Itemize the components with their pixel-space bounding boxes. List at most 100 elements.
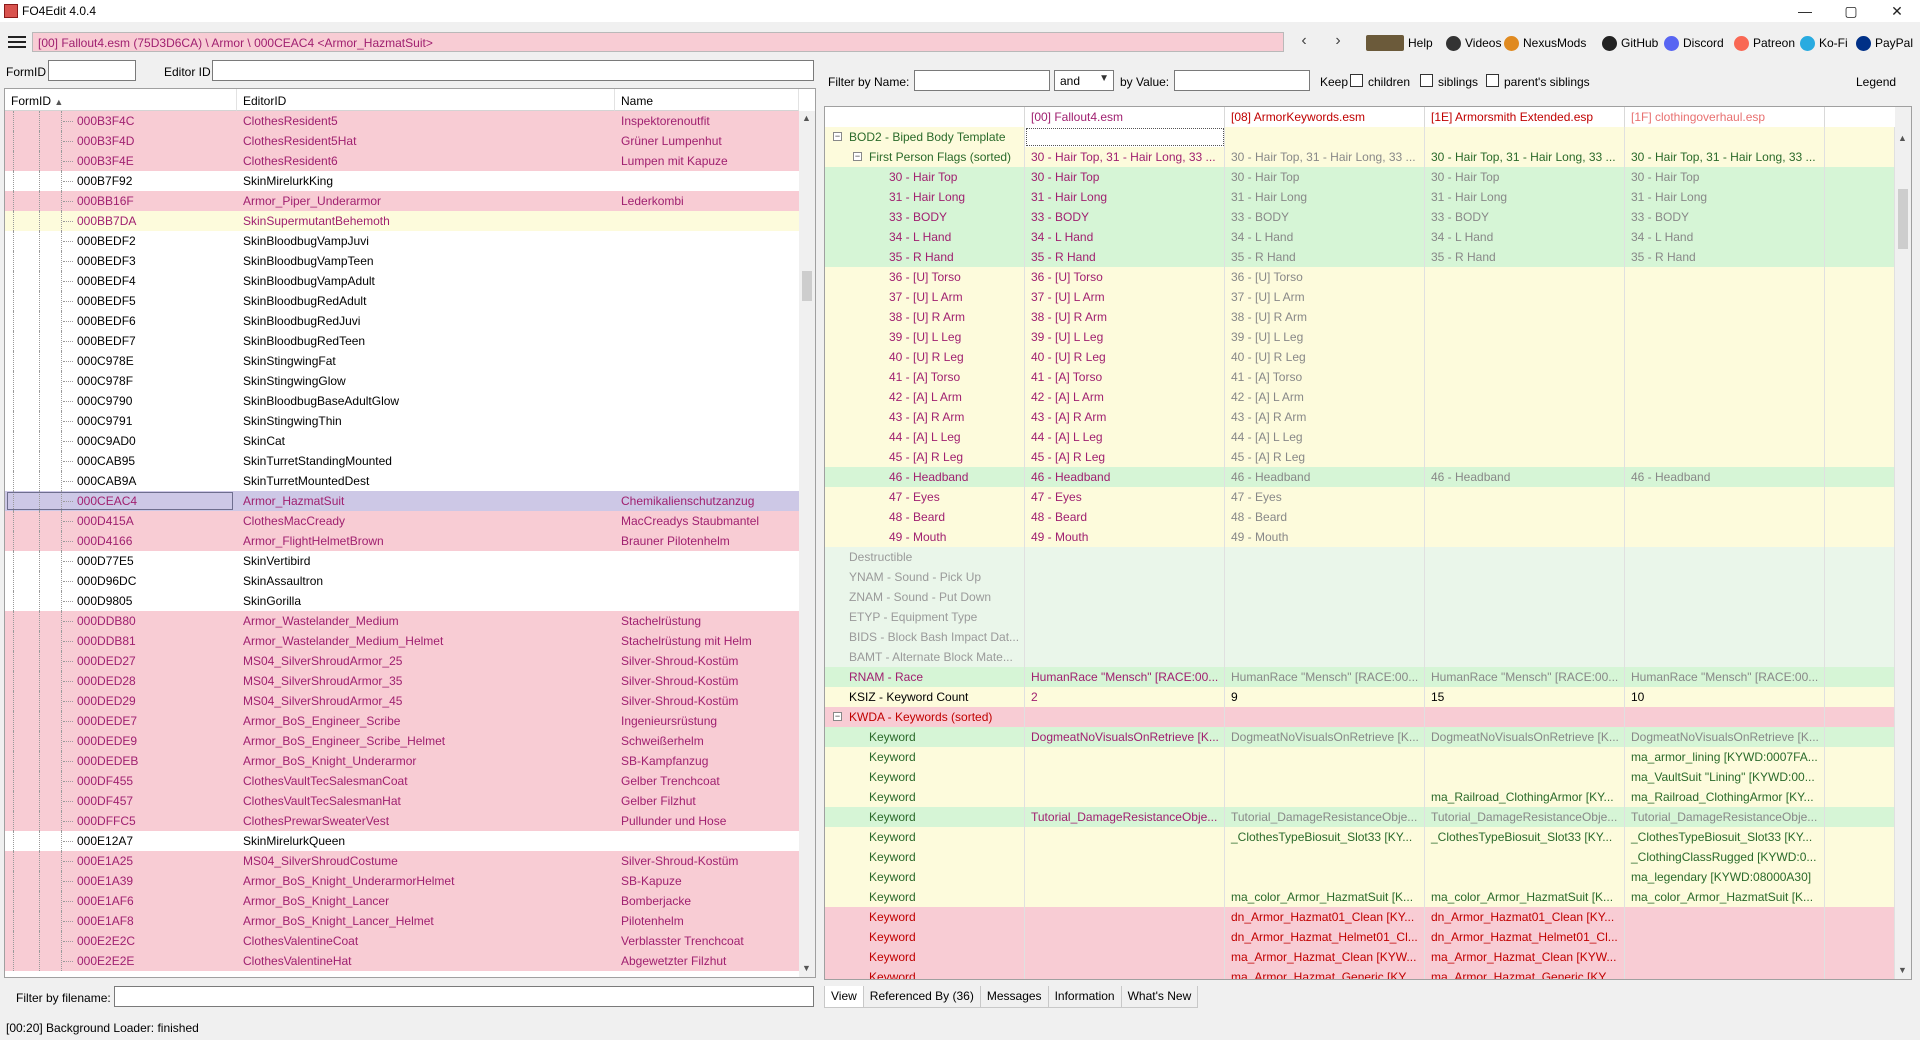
plugin-value-cell[interactable]: 46 - Headband [1225, 467, 1425, 487]
table-row[interactable]: 000BB16F Armor_Piper_Underarmor Lederkombi [5, 191, 799, 211]
table-row[interactable]: 000DED27 MS04_SilverShroudArmor_25 Silver-… [5, 651, 799, 671]
plugin-value-cell[interactable] [1025, 787, 1225, 807]
plugin-value-cell[interactable] [1425, 287, 1625, 307]
plugin-value-cell[interactable]: HumanRace "Mensch" [RACE:00... [1225, 667, 1425, 687]
plugin-value-cell[interactable]: 46 - Headband [1025, 467, 1225, 487]
plugin-value-cell[interactable]: _ClothesTypeBiosuit_Slot33 [KY... [1625, 827, 1825, 847]
table-row[interactable]: 000D96DC SkinAssaultron [5, 571, 799, 591]
plugin-value-cell[interactable] [1625, 627, 1825, 647]
collapse-icon[interactable]: − [853, 152, 862, 161]
plugin-value-cell[interactable] [1625, 547, 1825, 567]
table-row[interactable]: 000DDB80 Armor_Wastelander_Medium Stachelr… [5, 611, 799, 631]
plugin-value-cell[interactable]: ma_color_Armor_HazmatSuit [K... [1625, 887, 1825, 907]
tab-what-s-new[interactable]: What's New [1120, 986, 1199, 1008]
plugin-value-cell[interactable]: 34 - L Hand [1225, 227, 1425, 247]
record-row[interactable]: 42 - [A] L Arm 42 - [A] L Arm 42 - [A] L A… [825, 387, 1895, 407]
plugin-value-cell[interactable] [1425, 427, 1625, 447]
plugin-value-cell[interactable]: 9 [1225, 687, 1425, 707]
plugin-value-cell[interactable] [1425, 307, 1625, 327]
record-row[interactable]: BAMT - Alternate Block Mate... [825, 647, 1895, 667]
formid-filter-input[interactable] [48, 60, 136, 81]
plugin-value-cell[interactable]: ma_Armor_Hazmat_Generic [KY... [1425, 967, 1625, 979]
plugin-value-cell[interactable]: 35 - R Hand [1625, 247, 1825, 267]
table-row[interactable]: 000CEAC4 Armor_HazmatSuit Chemikalienschut… [5, 491, 799, 511]
plugin-value-cell[interactable]: DogmeatNoVisualsOnRetrieve [K... [1425, 727, 1625, 747]
plugin-value-cell[interactable]: 48 - Beard [1025, 507, 1225, 527]
plugin-value-cell[interactable] [1625, 707, 1825, 727]
record-row[interactable]: Keyword ma_Railroad_ClothingArmor [KY... m… [825, 787, 1895, 807]
plugin-value-cell[interactable]: 37 - [U] L Arm [1025, 287, 1225, 307]
plugin-value-cell[interactable] [1225, 867, 1425, 887]
plugin-value-cell[interactable] [1625, 347, 1825, 367]
table-row[interactable]: 000B3F4E ClothesResident6 Lumpen mit Kapuz… [5, 151, 799, 171]
plugin-column-header[interactable]: [1E] Armorsmith Extended.esp [1425, 107, 1625, 127]
scroll-thumb[interactable] [1898, 189, 1908, 249]
plugin-value-cell[interactable] [1625, 527, 1825, 547]
record-list-scrollbar[interactable]: ▲ ▼ [799, 111, 815, 977]
plugin-value-cell[interactable]: 30 - Hair Top, 31 - Hair Long, 33 ... [1225, 147, 1425, 167]
plugin-value-cell[interactable] [1625, 387, 1825, 407]
plugin-value-cell[interactable] [1425, 487, 1625, 507]
table-row[interactable]: 000DED28 MS04_SilverShroudArmor_35 Silver-… [5, 671, 799, 691]
plugin-value-cell[interactable]: 35 - R Hand [1225, 247, 1425, 267]
maximize-button[interactable]: ▢ [1828, 0, 1874, 22]
plugin-value-cell[interactable] [1425, 627, 1625, 647]
plugin-value-cell[interactable]: 36 - [U] Torso [1225, 267, 1425, 287]
editorid-filter-input[interactable] [212, 60, 814, 81]
plugin-value-cell[interactable]: HumanRace "Mensch" [RACE:00... [1425, 667, 1625, 687]
plugin-value-cell[interactable] [1625, 487, 1825, 507]
plugin-value-cell[interactable]: 34 - L Hand [1425, 227, 1625, 247]
plugin-value-cell[interactable] [1625, 327, 1825, 347]
plugin-value-cell[interactable] [1025, 627, 1225, 647]
plugin-value-cell[interactable] [1625, 367, 1825, 387]
plugin-value-cell[interactable]: 30 - Hair Top, 31 - Hair Long, 33 ... [1425, 147, 1625, 167]
tab-referenced-by-36[interactable]: Referenced By (36) [862, 986, 981, 1008]
plugin-value-cell[interactable]: 47 - Eyes [1225, 487, 1425, 507]
plugin-value-cell[interactable] [1425, 647, 1625, 667]
plugin-value-cell[interactable] [1025, 767, 1225, 787]
tab-information[interactable]: Information [1047, 986, 1122, 1008]
record-row[interactable]: 30 - Hair Top 30 - Hair Top 30 - Hair Top 3… [825, 167, 1895, 187]
record-list[interactable]: FormID ▲ EditorID Name 000B3F4C ClothesRe… [4, 88, 816, 978]
table-row[interactable]: 000D415A ClothesMacCready MacCreadys Staub… [5, 511, 799, 531]
table-row[interactable]: 000BEDF5 SkinBloodbugRedAdult [5, 291, 799, 311]
table-row[interactable]: 000BEDF2 SkinBloodbugVampJuvi [5, 231, 799, 251]
plugin-value-cell[interactable] [1425, 747, 1625, 767]
table-row[interactable]: 000E1AF6 Armor_BoS_Knight_Lancer Bomberjac… [5, 891, 799, 911]
record-row[interactable]: Keyword ma_armor_lining [KYWD:0007FA... [825, 747, 1895, 767]
toplink-discord[interactable]: Discord [1664, 34, 1724, 52]
record-row[interactable]: 41 - [A] Torso 41 - [A] Torso 41 - [A] Tor… [825, 367, 1895, 387]
plugin-value-cell[interactable]: Tutorial_DamageResistanceObje... [1625, 807, 1825, 827]
plugin-value-cell[interactable] [1225, 627, 1425, 647]
plugin-value-cell[interactable]: 46 - Headband [1425, 467, 1625, 487]
plugin-value-cell[interactable] [1025, 827, 1225, 847]
table-row[interactable]: 000BEDF7 SkinBloodbugRedTeen [5, 331, 799, 351]
plugin-value-cell[interactable]: 31 - Hair Long [1425, 187, 1625, 207]
plugin-value-cell[interactable] [1625, 447, 1825, 467]
plugin-value-cell[interactable] [1025, 587, 1225, 607]
keep-siblings-checkbox[interactable] [1420, 74, 1433, 87]
plugin-value-cell[interactable] [1425, 607, 1625, 627]
record-row[interactable]: 33 - BODY 33 - BODY 33 - BODY 33 - BODY 33 -… [825, 207, 1895, 227]
value-filter-input[interactable] [1174, 70, 1310, 91]
table-row[interactable]: 000E1A39 Armor_BoS_Knight_UnderarmorHelme… [5, 871, 799, 891]
toplink-github[interactable]: GitHub [1602, 34, 1658, 52]
plugin-value-cell[interactable]: Tutorial_DamageResistanceObje... [1225, 807, 1425, 827]
plugin-value-cell[interactable]: 2 [1025, 687, 1225, 707]
record-row[interactable]: KSIZ - Keyword Count 2 9 15 10 [825, 687, 1895, 707]
filename-filter-input[interactable] [114, 986, 814, 1007]
record-row[interactable]: Keyword _ClothesTypeBiosuit_Slot33 [KY...… [825, 827, 1895, 847]
plugin-value-cell[interactable] [1425, 327, 1625, 347]
plugin-value-cell[interactable]: ma_Armor_Hazmat_Generic [KY... [1225, 967, 1425, 979]
plugin-value-cell[interactable]: 43 - [A] R Arm [1025, 407, 1225, 427]
plugin-value-cell[interactable] [1025, 967, 1225, 979]
plugin-value-cell[interactable] [1225, 847, 1425, 867]
plugin-value-cell[interactable]: 30 - Hair Top [1625, 167, 1825, 187]
plugin-value-cell[interactable] [1625, 647, 1825, 667]
record-row[interactable]: 44 - [A] L Leg 44 - [A] L Leg 44 - [A] L L… [825, 427, 1895, 447]
plugin-value-cell[interactable]: 36 - [U] Torso [1025, 267, 1225, 287]
table-row[interactable]: 000C9AD0 SkinCat [5, 431, 799, 451]
plugin-value-cell[interactable] [1425, 707, 1625, 727]
plugin-value-cell[interactable]: 30 - Hair Top, 31 - Hair Long, 33 ... [1025, 147, 1225, 167]
record-row[interactable]: Keyword ma_legendary [KYWD:08000A30] [825, 867, 1895, 887]
